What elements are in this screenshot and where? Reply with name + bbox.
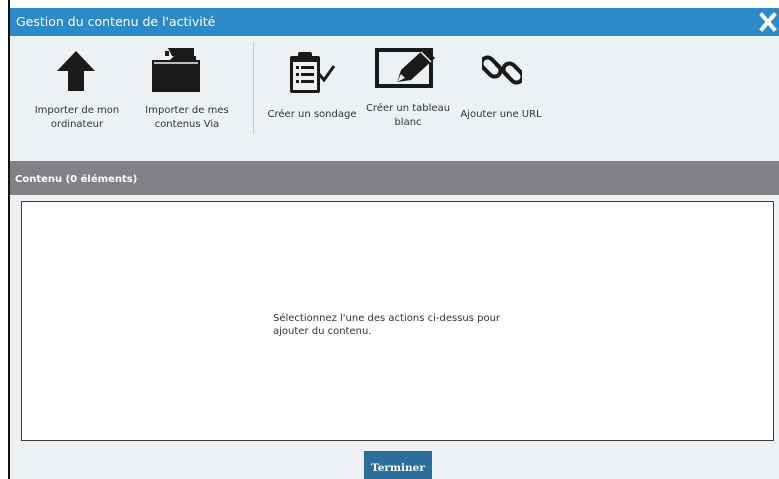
finish-button[interactable]: Terminer [364, 451, 432, 479]
content-count-label: Contenu (0 éléments) [15, 174, 138, 185]
content-section-header: Contenu (0 éléments) [10, 161, 779, 195]
import-from-computer-button[interactable]: Importer de mon ordinateur [20, 46, 140, 141]
import-from-computer-label: Importer de mon ordinateur [34, 105, 120, 130]
content-list: Sélectionnez l'une des actions ci-dessus… [21, 201, 774, 441]
create-poll-button[interactable]: Créer un sondage [262, 46, 362, 141]
whiteboard-pencil-icon [375, 48, 439, 94]
import-from-via-button[interactable]: Importer de mes contenus Via [132, 46, 242, 141]
content-manager-dialog: Gestion du contenu de l'activité Importe… [0, 0, 779, 479]
add-url-label: Ajouter une URL [460, 109, 542, 120]
create-whiteboard-button[interactable]: Créer un tableau blanc [362, 46, 454, 141]
empty-content-message: Sélectionnez l'une des actions ci-dessus… [273, 313, 501, 337]
dialog-title: Gestion du contenu de l'activité [16, 14, 216, 29]
folder-icon [152, 48, 200, 96]
dialog-titlebar: Gestion du contenu de l'activité [10, 8, 779, 36]
create-poll-label: Créer un sondage [267, 109, 357, 120]
create-whiteboard-label: Créer un tableau blanc [365, 103, 451, 128]
clipboard-checklist-icon [289, 52, 336, 98]
content-toolbar: Importer de mon ordinateur Importer de m… [10, 36, 779, 161]
add-url-button[interactable]: Ajouter une URL [456, 46, 546, 141]
toolbar-divider [253, 42, 254, 134]
close-icon[interactable] [759, 12, 777, 32]
link-chain-icon [479, 50, 525, 94]
import-from-via-label: Importer de mes contenus Via [145, 105, 229, 130]
upload-arrow-icon [57, 51, 95, 95]
